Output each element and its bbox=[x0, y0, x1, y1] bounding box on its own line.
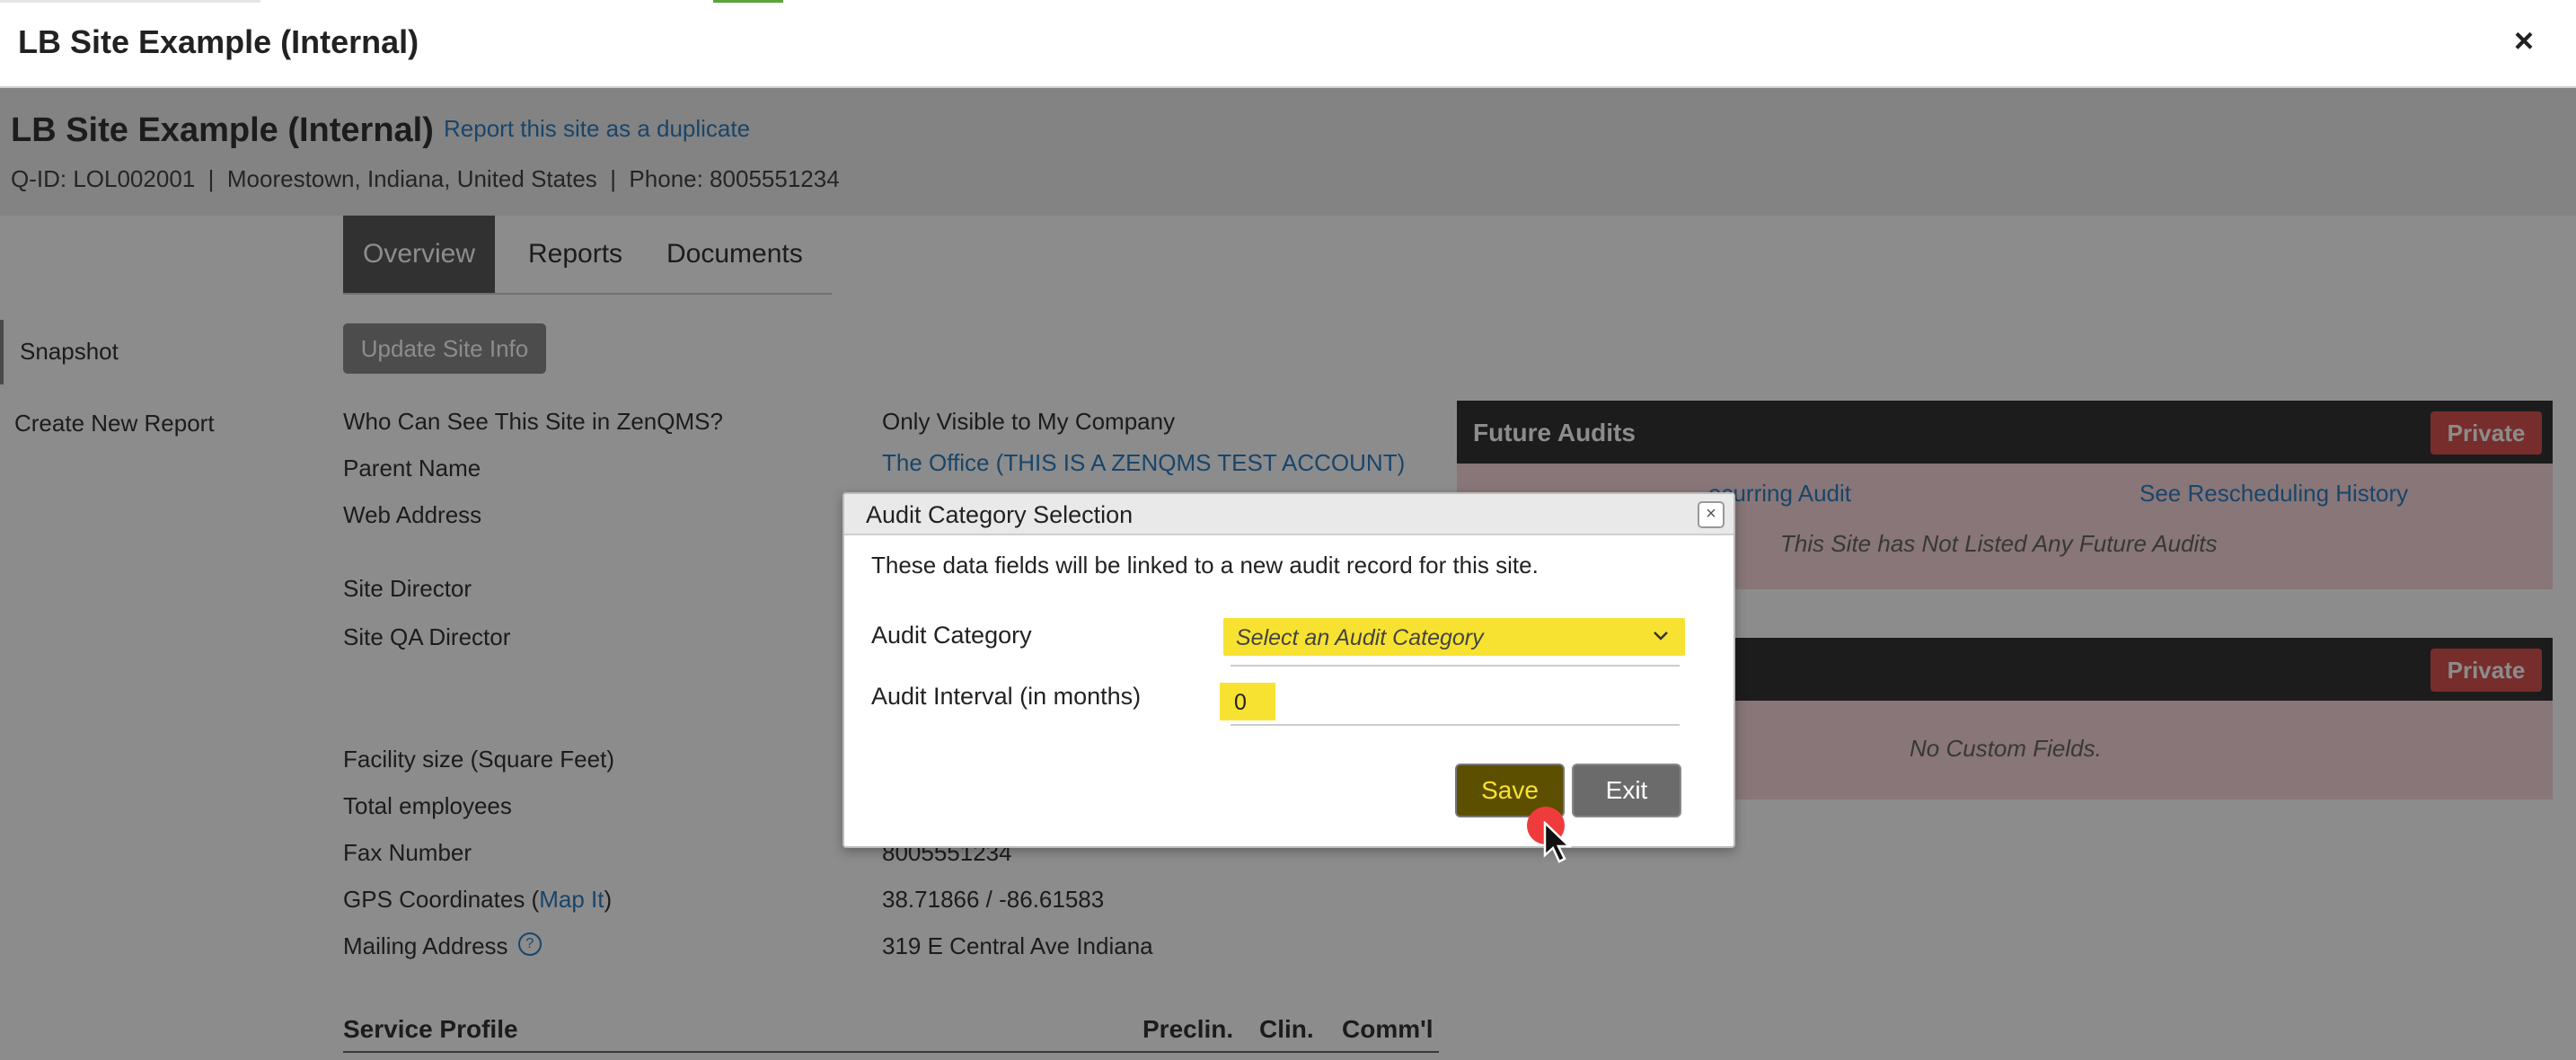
input-underline bbox=[1231, 724, 1680, 726]
dialog-header: Audit Category Selection × bbox=[844, 494, 1734, 535]
loading-indicator bbox=[713, 0, 783, 3]
select-placeholder: Select an Audit Category bbox=[1236, 625, 1484, 650]
mouse-pointer-icon bbox=[1543, 820, 1574, 869]
dialog-note: These data fields will be linked to a ne… bbox=[871, 552, 1539, 579]
audit-category-select[interactable]: Select an Audit Category bbox=[1223, 618, 1685, 656]
dialog-title: Audit Category Selection bbox=[866, 501, 1134, 528]
close-icon[interactable]: × bbox=[2506, 23, 2542, 59]
window-titlebar: LB Site Example (Internal) × bbox=[0, 0, 2576, 88]
audit-interval-label: Audit Interval (in months) bbox=[871, 683, 1142, 710]
select-underline bbox=[1231, 665, 1680, 667]
audit-interval-value: 0 bbox=[1234, 690, 1247, 715]
chevron-down-icon bbox=[1651, 622, 1671, 655]
close-icon[interactable]: × bbox=[1698, 501, 1725, 528]
tab-strip-trace bbox=[0, 0, 260, 3]
exit-button[interactable]: Exit bbox=[1572, 764, 1681, 817]
audit-category-label: Audit Category bbox=[871, 622, 1032, 649]
audit-interval-input[interactable]: 0 bbox=[1220, 683, 1275, 720]
window-title: LB Site Example (Internal) bbox=[18, 23, 419, 60]
audit-category-dialog: Audit Category Selection × These data fi… bbox=[842, 492, 1735, 848]
